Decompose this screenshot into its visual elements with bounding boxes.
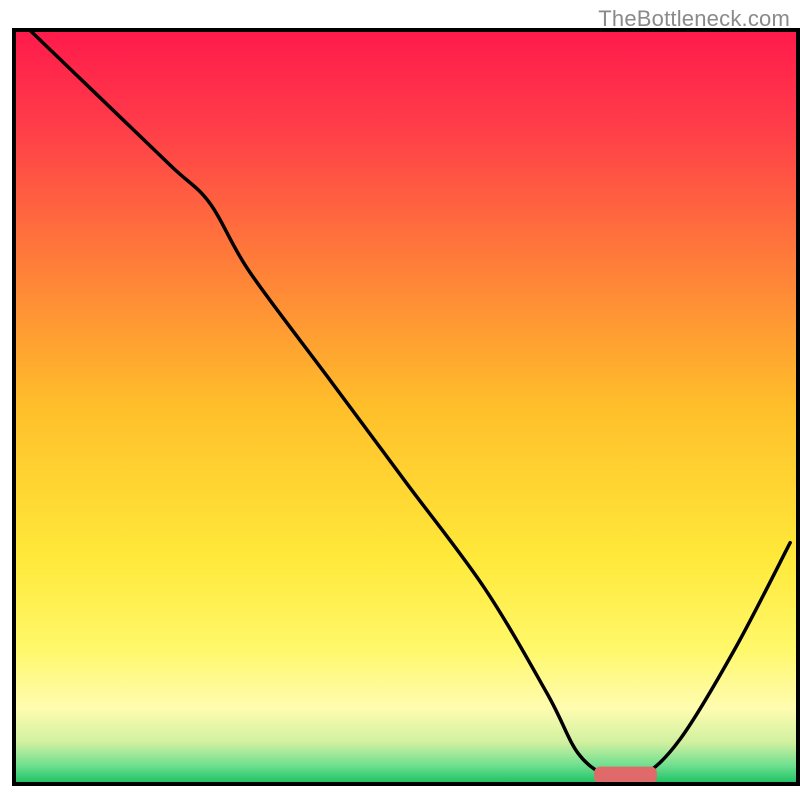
plot-area [14, 30, 798, 784]
chart-container: TheBottleneck.com [0, 0, 800, 800]
bottleneck-chart [0, 0, 800, 800]
optimum-marker [594, 767, 657, 784]
gradient-background [14, 30, 798, 784]
watermark-label: TheBottleneck.com [598, 6, 790, 32]
